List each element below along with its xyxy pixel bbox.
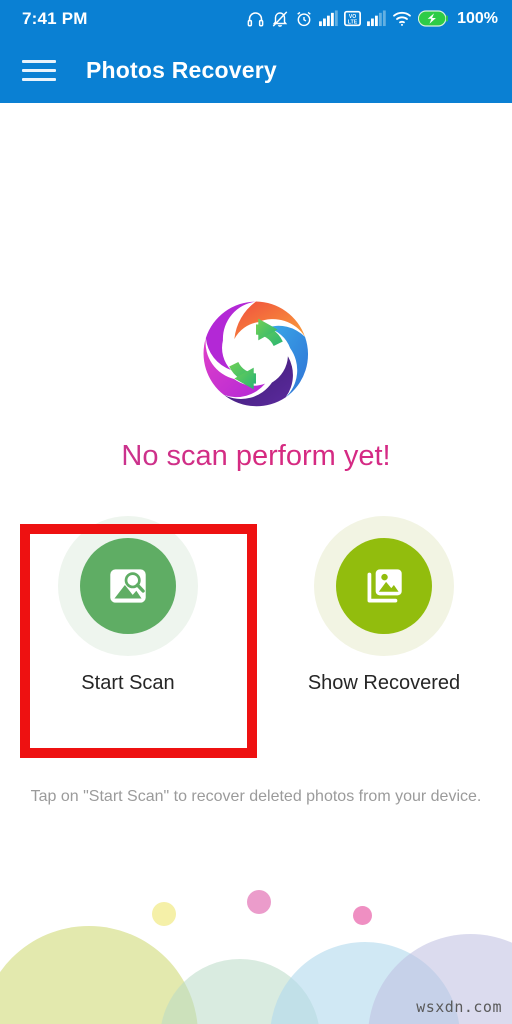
battery-percent-label: 100% bbox=[457, 9, 498, 27]
photos-recovery-logo bbox=[203, 301, 309, 407]
svg-text:LTE: LTE bbox=[348, 19, 358, 25]
alarm-clock-icon bbox=[295, 9, 313, 29]
photo-search-icon bbox=[110, 569, 146, 603]
status-bar-icons: VO LTE 100% bbox=[246, 9, 498, 29]
main-content: No scan perform yet! Start Scan Show Rec… bbox=[0, 103, 512, 1024]
volte-icon: VO LTE bbox=[344, 9, 362, 29]
start-scan-button[interactable]: Start Scan bbox=[0, 516, 256, 695]
bell-muted-icon bbox=[271, 9, 289, 29]
blob-yellow-green bbox=[0, 926, 198, 1024]
start-scan-label: Start Scan bbox=[81, 672, 175, 694]
logo-container bbox=[0, 297, 512, 411]
photo-stack-icon bbox=[367, 569, 402, 603]
start-scan-disc bbox=[80, 538, 176, 634]
signal-bars-icon bbox=[319, 9, 338, 29]
menu-bar-1 bbox=[22, 59, 56, 63]
hint-text: Tap on "Start Scan" to recover deleted p… bbox=[30, 788, 482, 805]
status-bar-clock: 7:41 PM bbox=[22, 8, 88, 28]
watermark: wsxdn.com bbox=[416, 998, 502, 1016]
app-bar: Photos Recovery bbox=[0, 37, 512, 103]
signal-bars-2-icon bbox=[367, 9, 386, 29]
menu-bar-3 bbox=[22, 77, 56, 81]
menu-bar-2 bbox=[22, 68, 56, 72]
action-buttons-row: Start Scan Show Recovered bbox=[0, 516, 512, 695]
app-screen: 7:41 PM VO LTE 100% Photos Recovery No s… bbox=[0, 0, 512, 1024]
scan-status-message: No scan perform yet! bbox=[0, 440, 512, 473]
headphones-icon bbox=[246, 9, 265, 29]
show-recovered-disc bbox=[336, 538, 432, 634]
show-recovered-button[interactable]: Show Recovered bbox=[256, 516, 512, 695]
dot-yellow bbox=[152, 902, 176, 926]
page-title: Photos Recovery bbox=[86, 56, 277, 83]
show-recovered-halo bbox=[314, 516, 454, 656]
dot-pink-small bbox=[353, 906, 372, 925]
status-bar: 7:41 PM VO LTE 100% bbox=[0, 0, 512, 37]
start-scan-halo bbox=[58, 516, 198, 656]
battery-charging-icon bbox=[418, 9, 448, 29]
hamburger-menu-icon[interactable] bbox=[22, 54, 58, 86]
dot-pink bbox=[247, 890, 271, 914]
show-recovered-label: Show Recovered bbox=[307, 672, 461, 694]
blob-mint bbox=[160, 959, 320, 1024]
wifi-icon bbox=[392, 9, 412, 29]
